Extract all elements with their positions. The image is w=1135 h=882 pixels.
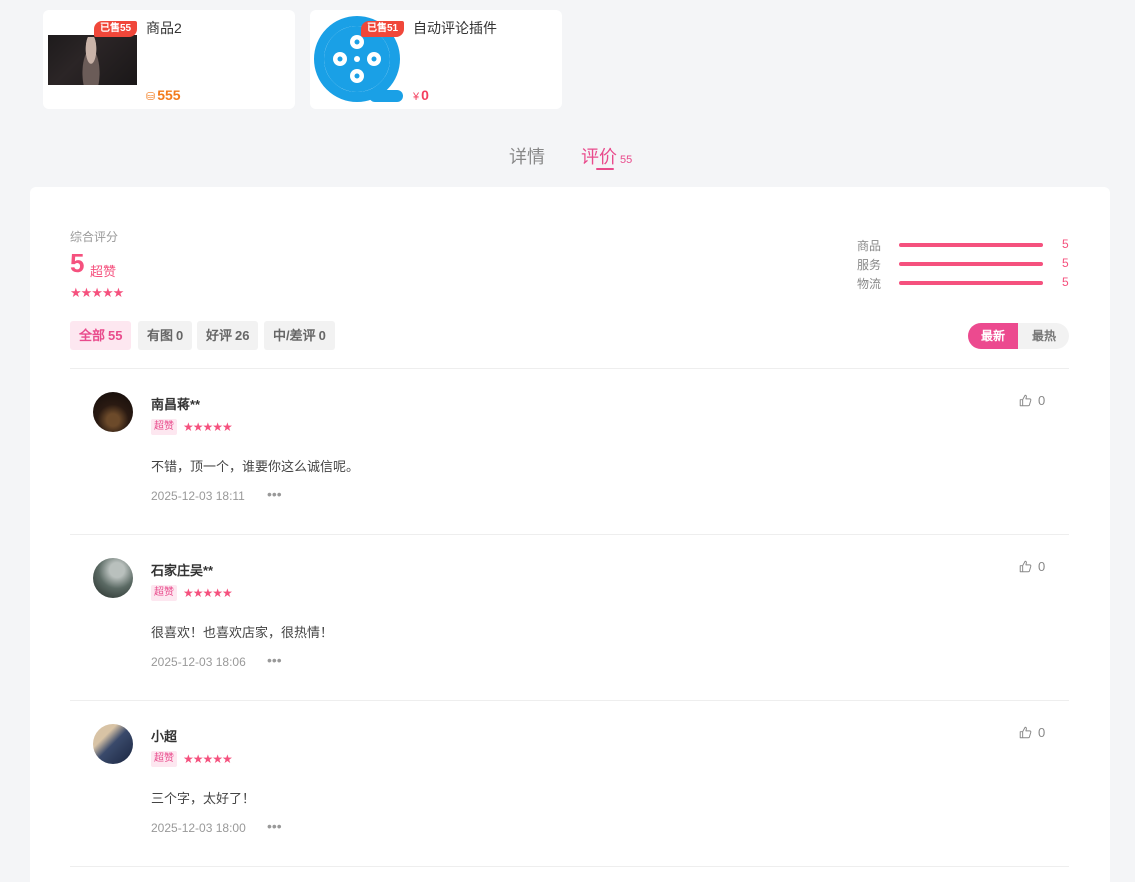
sold-badge: 已售51 — [361, 21, 405, 37]
like-count: 0 — [1038, 393, 1046, 408]
filter-label: 全部 — [79, 328, 106, 343]
product-price: ¥0 — [413, 87, 429, 103]
currency-symbol: ¥ — [413, 91, 420, 103]
review-panel: 综合评分 5 超赞 ★★★★★ 商品 5 服务 5 物流 5 全部 55 有图 0 … — [30, 187, 1110, 882]
product-price: ⛁ 555 — [146, 87, 181, 103]
tab-review-count: 55 — [620, 154, 633, 166]
divider — [70, 866, 1069, 867]
filter-label: 有图 — [147, 328, 174, 343]
overall-score: 5 — [70, 248, 85, 278]
avatar[interactable] — [93, 392, 133, 432]
metric-bar — [899, 243, 1043, 247]
review-item: 南昌蒋** 超赞 ★★★★★ 不错，顶一个，谁要你这么诚信呢。 2025-12-… — [70, 369, 1069, 535]
sort-hottest-button[interactable]: 最热 — [1019, 323, 1069, 349]
metric-logistics: 物流 5 — [857, 275, 1072, 291]
review-text: 很喜欢！也喜欢店家，很热情！ — [151, 625, 334, 640]
tab-detail[interactable]: 详情 — [509, 143, 545, 169]
more-options-icon[interactable]: ••• — [267, 652, 282, 668]
thumbs-up-icon — [1019, 394, 1032, 407]
metric-product: 商品 5 — [857, 237, 1072, 253]
review-item: 石家庄吴** 超赞 ★★★★★ 很喜欢！也喜欢店家，很热情！ 2025-12-0… — [70, 535, 1069, 701]
filter-with-images[interactable]: 有图 0 — [138, 321, 193, 350]
filter-all[interactable]: 全部 55 — [70, 321, 132, 350]
price-value: 555 — [157, 87, 181, 103]
metric-bar — [899, 262, 1043, 266]
filter-count: 26 — [235, 328, 250, 343]
product-name[interactable]: 自动评论插件 — [413, 18, 497, 38]
rating-badge: 超赞 — [151, 751, 177, 767]
filter-count: 0 — [176, 328, 184, 343]
metric-value: 5 — [1062, 256, 1069, 270]
review-stars-icon: ★★★★★ — [183, 586, 233, 600]
review-time: 2025-12-03 18:06 — [151, 655, 246, 669]
like-count: 0 — [1038, 725, 1046, 740]
like-button[interactable]: 0 — [1019, 559, 1045, 574]
price-value: 0 — [421, 87, 429, 103]
metric-bar — [899, 281, 1043, 285]
reviewer-name: 石家庄吴** — [151, 563, 214, 578]
more-options-icon[interactable]: ••• — [267, 486, 282, 502]
like-count: 0 — [1038, 559, 1046, 574]
rating-badge: 超赞 — [151, 585, 177, 601]
avatar[interactable] — [93, 558, 133, 598]
review-time: 2025-12-03 18:00 — [151, 821, 246, 835]
metric-value: 5 — [1062, 275, 1069, 289]
filter-neutral-negative[interactable]: 中/差评 0 — [264, 321, 335, 350]
detail-review-tabs: 详情 评价 55 — [0, 143, 1135, 173]
metric-value: 5 — [1062, 237, 1069, 251]
product-thumbnail[interactable] — [48, 35, 137, 85]
overall-rating-label: 综合评分 — [70, 230, 119, 244]
overall-rating-word: 超赞 — [90, 264, 117, 279]
tab-review-label: 评价 — [581, 147, 617, 167]
avatar[interactable] — [93, 724, 133, 764]
filter-label: 中/差评 — [273, 328, 316, 343]
metric-label: 物流 — [857, 277, 882, 291]
metric-bar-fill — [899, 243, 1043, 247]
filter-positive[interactable]: 好评 26 — [197, 321, 259, 350]
filter-count: 0 — [318, 328, 326, 343]
sort-newest-button[interactable]: 最新 — [968, 323, 1018, 349]
thumbs-up-icon — [1019, 560, 1032, 573]
reviewer-name: 小超 — [151, 729, 178, 744]
like-button[interactable]: 0 — [1019, 393, 1045, 408]
review-stars-icon: ★★★★★ — [183, 420, 233, 434]
active-tab-indicator — [596, 168, 614, 170]
review-stars-icon: ★★★★★ — [183, 752, 233, 766]
review-text: 三个字，太好了！ — [151, 791, 256, 806]
product-card-1[interactable]: 已售55 商品2 ⛁ 555 — [43, 10, 295, 109]
tab-review[interactable]: 评价 55 — [581, 143, 633, 170]
sort-toggle: 最新 最热 — [968, 323, 1069, 349]
product-name[interactable]: 商品2 — [146, 18, 182, 38]
rating-badge: 超赞 — [151, 419, 177, 435]
metric-bar-fill — [899, 281, 1043, 285]
metric-service: 服务 5 — [857, 256, 1072, 272]
coin-icon: ⛁ — [146, 91, 156, 103]
like-button[interactable]: 0 — [1019, 725, 1045, 740]
more-options-icon[interactable]: ••• — [267, 818, 282, 834]
overall-stars-icon: ★★★★★ — [70, 285, 124, 300]
metric-label: 商品 — [857, 239, 882, 253]
product-card-2[interactable]: 已售51 自动评论插件 ¥0 — [310, 10, 562, 109]
filter-count: 55 — [108, 328, 123, 343]
review-item: 小超 超赞 ★★★★★ 三个字，太好了！ 2025-12-03 18:00 ••… — [70, 701, 1069, 867]
review-time: 2025-12-03 18:11 — [151, 489, 245, 503]
sold-badge: 已售55 — [94, 21, 138, 37]
metric-label: 服务 — [857, 258, 882, 272]
thumbs-up-icon — [1019, 726, 1032, 739]
metric-bar-fill — [899, 262, 1043, 266]
reviewer-name: 南昌蒋** — [151, 397, 201, 412]
filter-label: 好评 — [206, 328, 233, 343]
review-text: 不错，顶一个，谁要你这么诚信呢。 — [151, 459, 360, 474]
